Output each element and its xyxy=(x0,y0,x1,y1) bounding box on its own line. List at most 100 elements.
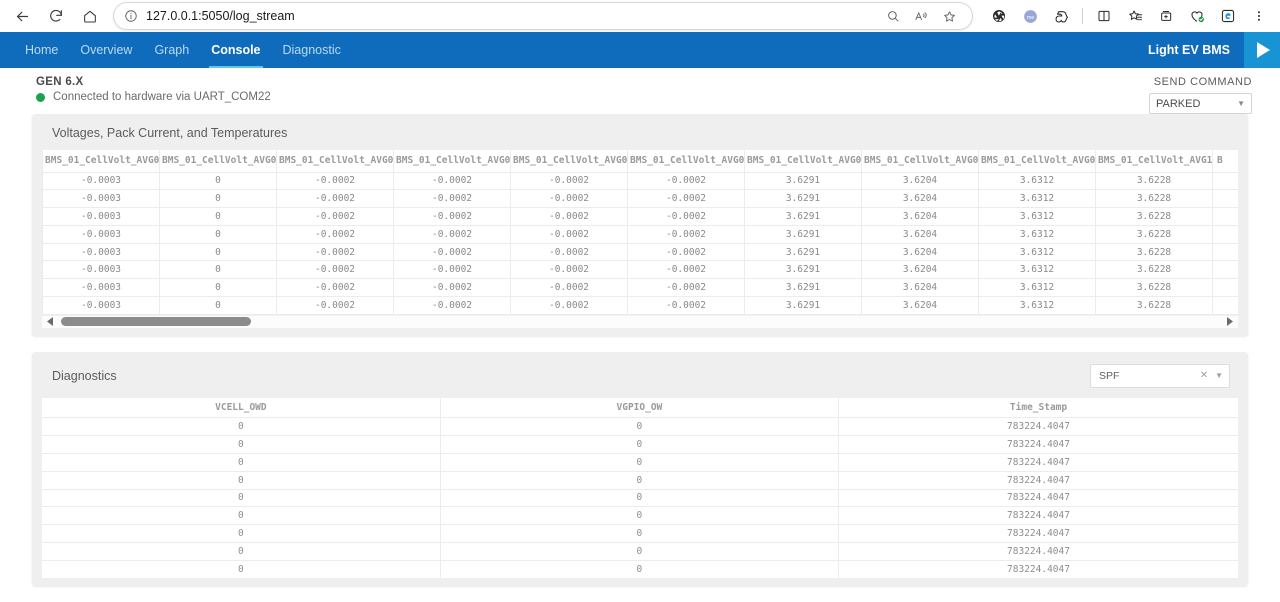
cell: -0.0002 xyxy=(628,190,745,208)
column-header-cellvolt-avg10[interactable]: BMS_01_CellVolt_AVG10 xyxy=(1096,150,1213,172)
nav-tabs: Home Overview Graph Console Diagnostic xyxy=(0,32,352,68)
info-circle-icon[interactable] xyxy=(124,9,138,23)
column-header-cellvolt-avg03[interactable]: BMS_01_CellVolt_AVG03 xyxy=(277,150,394,172)
cell xyxy=(1213,172,1239,190)
cell: 3.6204 xyxy=(862,243,979,261)
settings-more-icon[interactable] xyxy=(1244,2,1274,30)
cell: 783224.4047 xyxy=(839,418,1238,436)
column-header-cellvolt-avg09[interactable]: BMS_01_CellVolt_AVG09 xyxy=(979,150,1096,172)
column-header-cellvolt-avg07[interactable]: BMS_01_CellVolt_AVG07 xyxy=(745,150,862,172)
home-icon[interactable] xyxy=(74,2,106,30)
cell: 0 xyxy=(440,471,838,489)
column-header-cellvolt-avg08[interactable]: BMS_01_CellVolt_AVG08 xyxy=(862,150,979,172)
cell: 0 xyxy=(160,243,277,261)
column-header-cellvolt-avg05[interactable]: BMS_01_CellVolt_AVG05 xyxy=(511,150,628,172)
cell: -0.0002 xyxy=(394,243,511,261)
cell: 0 xyxy=(42,489,440,507)
profile-edge-icon[interactable] xyxy=(1213,2,1243,30)
cell: 0 xyxy=(440,489,838,507)
cell: 3.6312 xyxy=(979,172,1096,190)
cell: 3.6291 xyxy=(745,243,862,261)
column-header-time-stamp[interactable]: Time_Stamp xyxy=(839,398,1238,418)
horizontal-scrollbar[interactable] xyxy=(42,315,1238,328)
column-header-cellvolt-avg06[interactable]: BMS_01_CellVolt_AVG06 xyxy=(628,150,745,172)
cell: -0.0002 xyxy=(394,297,511,315)
cell: 3.6228 xyxy=(1096,279,1213,297)
scroll-left-arrow-icon[interactable] xyxy=(44,315,57,328)
cell: -0.0002 xyxy=(511,208,628,226)
me-profile-icon[interactable]: me xyxy=(1015,2,1045,30)
back-arrow-icon[interactable] xyxy=(6,2,38,30)
cell: 0 xyxy=(160,297,277,315)
column-header-cellvolt-avg02[interactable]: BMS_01_CellVolt_AVG02 xyxy=(160,150,277,172)
address-bar[interactable]: 127.0.0.1:5050/log_stream xyxy=(114,3,972,29)
cell: 3.6204 xyxy=(862,172,979,190)
copilot-icon[interactable] xyxy=(1046,2,1076,30)
cell: 3.6291 xyxy=(745,297,862,315)
cell: 3.6312 xyxy=(979,261,1096,279)
cell: 3.6312 xyxy=(979,279,1096,297)
cell: -0.0002 xyxy=(511,225,628,243)
nav-tab-graph[interactable]: Graph xyxy=(143,32,200,68)
send-command-label: SEND COMMAND xyxy=(1154,76,1252,88)
cell: -0.0002 xyxy=(277,172,394,190)
cell: 3.6291 xyxy=(745,208,862,226)
reload-icon[interactable] xyxy=(40,2,72,30)
cell: 3.6204 xyxy=(862,279,979,297)
collections-icon[interactable] xyxy=(1151,2,1181,30)
url-text: 127.0.0.1:5050/log_stream xyxy=(146,9,295,23)
split-screen-icon[interactable] xyxy=(1089,2,1119,30)
cell: 3.6291 xyxy=(745,279,862,297)
table-row: -0.0003 0 -0.0002 -0.0002 -0.0002 -0.000… xyxy=(43,190,1239,208)
table-row: 0 0 783224.4047 xyxy=(42,471,1238,489)
table-row: 0 0 783224.4047 xyxy=(42,560,1238,578)
search-icon[interactable] xyxy=(880,4,906,28)
cell: -0.0002 xyxy=(277,297,394,315)
nav-tab-home[interactable]: Home xyxy=(14,32,69,68)
omnibox-actions xyxy=(880,4,962,28)
table-row: -0.0003 0 -0.0002 -0.0002 -0.0002 -0.000… xyxy=(43,172,1239,190)
clear-x-icon[interactable]: ✕ xyxy=(1200,370,1208,381)
voltages-card-title: Voltages, Pack Current, and Temperatures xyxy=(52,126,287,140)
voltages-table: BMS_01_CellVolt_AVG01 BMS_01_CellVolt_AV… xyxy=(42,150,1238,315)
cell: -0.0002 xyxy=(628,261,745,279)
column-header-vgpio-ow[interactable]: VGPIO_OW xyxy=(440,398,838,418)
column-header-cellvolt-avg04[interactable]: BMS_01_CellVolt_AVG04 xyxy=(394,150,511,172)
scroll-right-arrow-icon[interactable] xyxy=(1223,315,1236,328)
shutter-extension-icon[interactable] xyxy=(984,2,1014,30)
diagnostics-table-wrapper: VCELL_OWD VGPIO_OW Time_Stamp 0 0 783224… xyxy=(42,398,1238,578)
read-aloud-icon[interactable] xyxy=(908,4,934,28)
cell: 0 xyxy=(440,507,838,525)
nav-tab-diagnostic-label: Diagnostic xyxy=(283,43,341,57)
status-dot-icon xyxy=(36,93,45,102)
nav-tab-console[interactable]: Console xyxy=(200,32,271,68)
chevron-down-icon[interactable]: ▼ xyxy=(1215,371,1223,380)
cell: 783224.4047 xyxy=(839,525,1238,543)
cell: 783224.4047 xyxy=(839,507,1238,525)
play-button[interactable] xyxy=(1244,32,1280,68)
cell xyxy=(1213,243,1239,261)
diagnostics-filter-select[interactable]: SPF ✕ ▼ xyxy=(1090,364,1230,388)
cell: -0.0002 xyxy=(628,225,745,243)
table-row: 0 0 783224.4047 xyxy=(42,525,1238,543)
favorites-icon[interactable] xyxy=(1120,2,1150,30)
cell: 3.6291 xyxy=(745,261,862,279)
cell: 0 xyxy=(160,208,277,226)
cell: -0.0002 xyxy=(628,243,745,261)
column-header-vcell-owd[interactable]: VCELL_OWD xyxy=(42,398,440,418)
star-icon[interactable] xyxy=(936,4,962,28)
cell: 3.6204 xyxy=(862,225,979,243)
scrollbar-track[interactable] xyxy=(57,317,1223,326)
browser-essentials-icon[interactable] xyxy=(1182,2,1212,30)
cell: -0.0002 xyxy=(277,190,394,208)
nav-tab-overview[interactable]: Overview xyxy=(69,32,143,68)
app-navigation-bar: Home Overview Graph Console Diagnostic L… xyxy=(0,32,1280,68)
scrollbar-thumb[interactable] xyxy=(61,317,251,326)
cell: 0 xyxy=(42,453,440,471)
column-header-cellvolt-avg01[interactable]: BMS_01_CellVolt_AVG01 xyxy=(43,150,160,172)
nav-tab-diagnostic[interactable]: Diagnostic xyxy=(272,32,352,68)
cell xyxy=(1213,225,1239,243)
column-header-partial[interactable]: B xyxy=(1213,150,1239,172)
cell: -0.0002 xyxy=(277,243,394,261)
send-command-select[interactable]: PARKED ▼ xyxy=(1149,93,1252,114)
